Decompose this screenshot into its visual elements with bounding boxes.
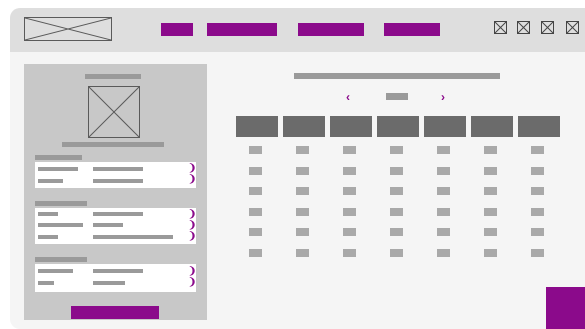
calendar-day-cell[interactable] xyxy=(296,207,309,216)
top-bar xyxy=(10,8,585,52)
sidebar-action-button[interactable] xyxy=(71,306,159,319)
calendar-day-cell[interactable] xyxy=(390,166,403,175)
calendar-day-cell[interactable] xyxy=(249,166,262,175)
row-label xyxy=(38,281,54,285)
calendar-weekday-header xyxy=(236,116,278,137)
row-value xyxy=(93,269,143,273)
calendar-day-cell[interactable] xyxy=(484,166,497,175)
calendar-title xyxy=(294,73,500,79)
row-value xyxy=(93,281,125,285)
calendar-day-cell[interactable] xyxy=(249,207,262,216)
chevron-right-icon[interactable]: ❩ xyxy=(188,221,196,231)
calendar-day-cell[interactable] xyxy=(296,248,309,257)
chevron-right-icon[interactable]: ❩ xyxy=(188,278,196,288)
calendar-day-cell[interactable] xyxy=(343,228,356,236)
floating-action-button[interactable] xyxy=(546,287,585,329)
calendar-day-cell[interactable] xyxy=(296,146,309,154)
calendar-day-cell[interactable] xyxy=(437,187,450,195)
window-control-3-icon[interactable] xyxy=(541,21,554,34)
chevron-right-icon[interactable]: ❩ xyxy=(188,210,196,220)
calendar-weekday-header xyxy=(471,116,513,137)
chevron-right-icon[interactable]: ❩ xyxy=(188,267,196,277)
calendar-day-cell[interactable] xyxy=(296,187,309,195)
info-card: ❩ ❩ xyxy=(35,162,196,188)
calendar-day-cell[interactable] xyxy=(484,146,497,154)
calendar-weekday-header xyxy=(377,116,419,137)
calendar-day-cell[interactable] xyxy=(296,228,309,236)
calendar-day-cell[interactable] xyxy=(390,207,403,216)
info-card: ❩ ❩ xyxy=(35,264,196,292)
calendar-day-cell[interactable] xyxy=(484,187,497,195)
info-card: ❩ ❩ ❩ xyxy=(35,208,196,244)
calendar-day-cell[interactable] xyxy=(437,207,450,216)
calendar-day-cell[interactable] xyxy=(531,166,544,175)
calendar-day-cell[interactable] xyxy=(484,207,497,216)
chevron-right-icon[interactable]: ❩ xyxy=(188,175,196,185)
calendar-day-cell[interactable] xyxy=(343,248,356,257)
calendar-day-cell[interactable] xyxy=(249,228,262,236)
calendar-day-cell[interactable] xyxy=(484,228,497,236)
calendar-day-cell[interactable] xyxy=(531,207,544,216)
calendar-day-cell[interactable] xyxy=(296,166,309,175)
calendar-day-cell[interactable] xyxy=(249,248,262,257)
calendar-day-cell[interactable] xyxy=(249,187,262,195)
calendar-weekday-header xyxy=(330,116,372,137)
avatar-caption xyxy=(62,142,164,147)
row-value xyxy=(93,179,143,183)
image-placeholder-icon xyxy=(24,17,112,41)
row-label xyxy=(38,167,78,171)
calendar-day-cell[interactable] xyxy=(343,187,356,195)
calendar-day-cell[interactable] xyxy=(343,207,356,216)
sidebar-title xyxy=(85,74,141,79)
section-heading xyxy=(35,155,82,160)
calendar-day-cell[interactable] xyxy=(531,146,544,154)
row-value xyxy=(93,235,173,239)
calendar-day-cell[interactable] xyxy=(390,187,403,195)
calendar-day-cell[interactable] xyxy=(437,228,450,236)
calendar-weekday-header xyxy=(283,116,325,137)
calendar-day-cell[interactable] xyxy=(343,146,356,154)
avatar xyxy=(88,86,140,138)
row-label xyxy=(38,269,73,273)
section-heading xyxy=(35,201,87,206)
row-label xyxy=(38,179,63,183)
calendar-day-cell[interactable] xyxy=(437,146,450,154)
window-control-2-icon[interactable] xyxy=(517,21,530,34)
calendar-day-cell[interactable] xyxy=(484,248,497,257)
sidebar-panel: ❩ ❩ ❩ ❩ ❩ ❩ ❩ xyxy=(24,64,207,320)
calendar-day-cell[interactable] xyxy=(390,228,403,236)
calendar-day-cell[interactable] xyxy=(249,146,262,154)
calendar-period-label xyxy=(386,93,408,100)
nav-item-3[interactable] xyxy=(298,23,364,36)
window-control-4-icon[interactable] xyxy=(566,21,579,34)
nav-item-2[interactable] xyxy=(207,23,277,36)
calendar-day-cell[interactable] xyxy=(531,228,544,236)
row-value xyxy=(93,223,123,227)
app-window: ❩ ❩ ❩ ❩ ❩ ❩ ❩ ‹ › xyxy=(10,8,585,329)
prev-month-icon[interactable]: ‹ xyxy=(346,91,354,103)
nav-item-4[interactable] xyxy=(384,23,440,36)
calendar-day-cell[interactable] xyxy=(390,248,403,257)
chevron-right-icon[interactable]: ❩ xyxy=(188,164,196,174)
section-heading xyxy=(35,257,87,262)
row-value xyxy=(93,167,143,171)
calendar-day-cell[interactable] xyxy=(531,248,544,257)
calendar-day-cell[interactable] xyxy=(437,248,450,257)
row-label xyxy=(38,235,58,239)
calendar-day-cell[interactable] xyxy=(531,187,544,195)
calendar-weekday-header xyxy=(518,116,560,137)
row-label xyxy=(38,223,83,227)
calendar-weekday-header xyxy=(424,116,466,137)
image-placeholder-icon xyxy=(88,86,140,138)
window-control-1-icon[interactable] xyxy=(494,21,507,34)
row-label xyxy=(38,212,58,216)
row-value xyxy=(93,212,143,216)
chevron-right-icon[interactable]: ❩ xyxy=(188,232,196,242)
calendar-day-cell[interactable] xyxy=(390,146,403,154)
nav-item-1[interactable] xyxy=(161,23,193,36)
logo-image-placeholder xyxy=(24,17,112,41)
calendar-day-cell[interactable] xyxy=(437,166,450,175)
next-month-icon[interactable]: › xyxy=(441,91,449,103)
calendar-day-cell[interactable] xyxy=(343,166,356,175)
